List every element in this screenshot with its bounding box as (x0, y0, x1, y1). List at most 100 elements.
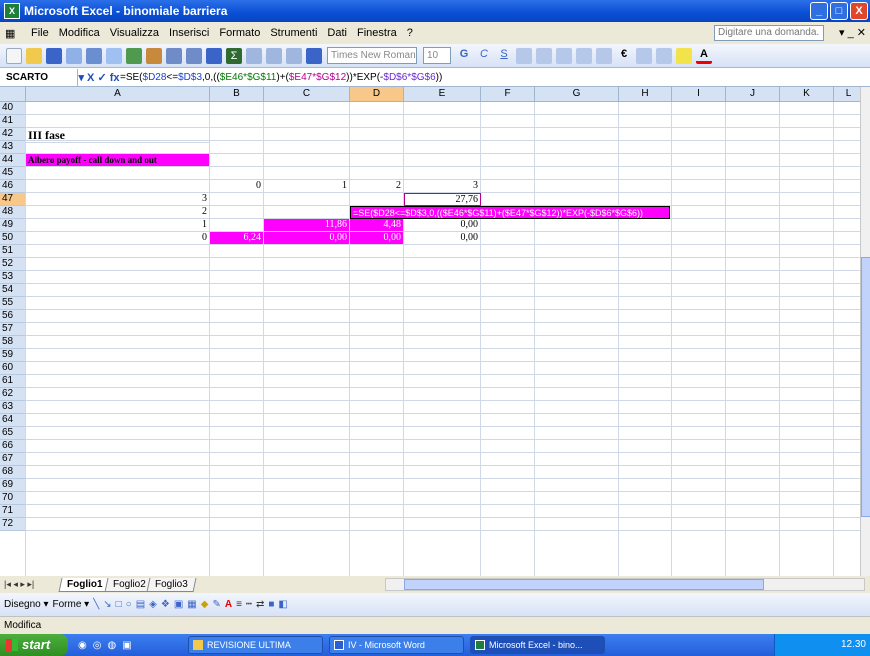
cell-c49[interactable]: 0,00 (264, 232, 350, 245)
underline-icon[interactable]: S (496, 48, 512, 64)
hyperlink-icon[interactable] (206, 47, 222, 64)
menu-help[interactable]: ? (402, 27, 418, 39)
arrow-style-icon[interactable]: ⇄ (256, 599, 264, 610)
help-icon[interactable] (306, 47, 322, 64)
row-header-70[interactable]: 70 (0, 492, 26, 505)
cell-d48[interactable]: 4,48 (350, 219, 404, 232)
row-header-68[interactable]: 68 (0, 466, 26, 479)
formula-icons[interactable]: ▾ X ✓ fx (78, 71, 120, 84)
menu-formato[interactable]: Formato (214, 27, 265, 39)
sheet-tab-foglio3[interactable]: Foglio3 (146, 577, 197, 592)
line-icon[interactable]: ╲ (93, 599, 99, 610)
cell-d45[interactable]: 2 (350, 180, 404, 193)
new-icon[interactable] (6, 47, 22, 64)
close-button[interactable]: X (850, 2, 868, 20)
row-header-53[interactable]: 53 (0, 271, 26, 284)
line-style-icon[interactable]: ≡ (236, 599, 242, 610)
menu-finestra[interactable]: Finestra (352, 27, 402, 39)
open-icon[interactable] (26, 47, 42, 64)
rectangle-icon[interactable]: □ (116, 599, 122, 610)
font-size-field[interactable]: 10 (423, 47, 451, 64)
cell-a43[interactable]: Albero payoff - call down and out (26, 154, 210, 167)
borders-icon[interactable] (656, 47, 672, 64)
row-header-63[interactable]: 63 (0, 401, 26, 414)
sheet-nav-arrows[interactable]: |◂ ◂ ▸ ▸| (0, 579, 60, 590)
cell-e46[interactable]: 27,76 (404, 193, 481, 206)
menu-inserisci[interactable]: Inserisci (164, 27, 214, 39)
cell-c48[interactable]: 11,86 (264, 219, 350, 232)
row-header-46[interactable]: 46 (0, 180, 26, 193)
cell-a47[interactable]: 2 (26, 206, 210, 219)
row-header-43[interactable]: 43 (0, 141, 26, 154)
draw-menu[interactable]: Disegno ▾ (4, 599, 49, 610)
zoom-icon[interactable] (286, 47, 302, 64)
wordart-icon[interactable]: ◈ (149, 599, 157, 610)
shadow-icon[interactable]: ■ (268, 599, 274, 610)
cell-b49[interactable]: 6,24 (210, 232, 264, 245)
shapes-menu[interactable]: Forme ▾ (53, 599, 90, 610)
horizontal-scrollbar[interactable] (385, 578, 865, 591)
line-color-icon[interactable]: ✎ (212, 599, 220, 610)
autosum-icon[interactable]: Σ (226, 47, 242, 64)
row-header-55[interactable]: 55 (0, 297, 26, 310)
row-header-65[interactable]: 65 (0, 427, 26, 440)
picture-icon[interactable]: ▦ (187, 599, 196, 610)
row-header-56[interactable]: 56 (0, 310, 26, 323)
col-header-c[interactable]: C (264, 87, 350, 102)
ask-question-input[interactable]: Digitare una domanda. (714, 25, 824, 41)
col-header-k[interactable]: K (780, 87, 834, 102)
align-right-icon[interactable] (556, 47, 572, 64)
cell-e49[interactable]: 0,00 (404, 232, 481, 245)
row-header-60[interactable]: 60 (0, 362, 26, 375)
fill-bucket-icon[interactable]: ◆ (201, 599, 209, 610)
col-header-f[interactable]: F (481, 87, 535, 102)
chart-icon[interactable] (266, 47, 282, 64)
dash-style-icon[interactable]: ┅ (246, 599, 252, 610)
outlook-icon[interactable]: ◍ (107, 640, 116, 651)
permission-icon[interactable] (66, 47, 82, 64)
menu-dati[interactable]: Dati (322, 27, 352, 39)
cell-a41[interactable]: III fase (26, 128, 210, 143)
currency-icon[interactable]: € (616, 48, 632, 64)
vertical-scroll-thumb[interactable] (861, 257, 870, 517)
desktop-icon[interactable]: ▣ (122, 640, 131, 651)
cell-a49[interactable]: 0 (26, 232, 210, 245)
row-header-41[interactable]: 41 (0, 115, 26, 128)
row-header-67[interactable]: 67 (0, 453, 26, 466)
horizontal-scroll-thumb[interactable] (404, 579, 764, 590)
row-header-40[interactable]: 40 (0, 102, 26, 115)
row-header-42[interactable]: 42 (0, 128, 26, 141)
task-revisione-ultima[interactable]: REVISIONE ULTIMA (188, 636, 323, 654)
cell-e45[interactable]: 3 (404, 180, 481, 193)
task-word[interactable]: IV - Microsoft Word (329, 636, 464, 654)
row-header-58[interactable]: 58 (0, 336, 26, 349)
textbox-icon[interactable]: ▤ (136, 599, 145, 610)
vertical-scrollbar[interactable] (860, 87, 870, 576)
draw-font-color-icon[interactable]: A (225, 599, 232, 610)
cell-e48[interactable]: 0,00 (404, 219, 481, 232)
media-icon[interactable]: ◎ (93, 640, 102, 651)
ie-icon[interactable]: ◉ (78, 640, 87, 651)
maximize-button[interactable]: □ (830, 2, 848, 20)
row-header-44[interactable]: 44 (0, 154, 26, 167)
menu-strumenti[interactable]: Strumenti (265, 27, 322, 39)
cell-a48[interactable]: 1 (26, 219, 210, 232)
row-header-50[interactable]: 50 (0, 232, 26, 245)
formula-input[interactable]: =SE($D28<=$D$3,0,(($E46*$G$11)+($E47*$G$… (120, 72, 442, 83)
row-header-45[interactable]: 45 (0, 167, 26, 180)
col-header-g[interactable]: G (535, 87, 619, 102)
row-header-62[interactable]: 62 (0, 388, 26, 401)
minimize-button[interactable]: _ (810, 2, 828, 20)
arrow-icon[interactable]: ↘ (103, 599, 111, 610)
cell-c45[interactable]: 1 (264, 180, 350, 193)
col-header-e[interactable]: E (404, 87, 481, 102)
menu-visualizza[interactable]: Visualizza (105, 27, 164, 39)
preview-icon[interactable] (106, 47, 122, 64)
bold-icon[interactable]: G (456, 48, 472, 64)
sheet-tab-foglio1[interactable]: Foglio1 (58, 577, 112, 592)
font-color-icon[interactable]: A (696, 48, 712, 64)
save-icon[interactable] (46, 47, 62, 64)
menu-modifica[interactable]: Modifica (54, 27, 105, 39)
row-header-51[interactable]: 51 (0, 245, 26, 258)
row-header-57[interactable]: 57 (0, 323, 26, 336)
